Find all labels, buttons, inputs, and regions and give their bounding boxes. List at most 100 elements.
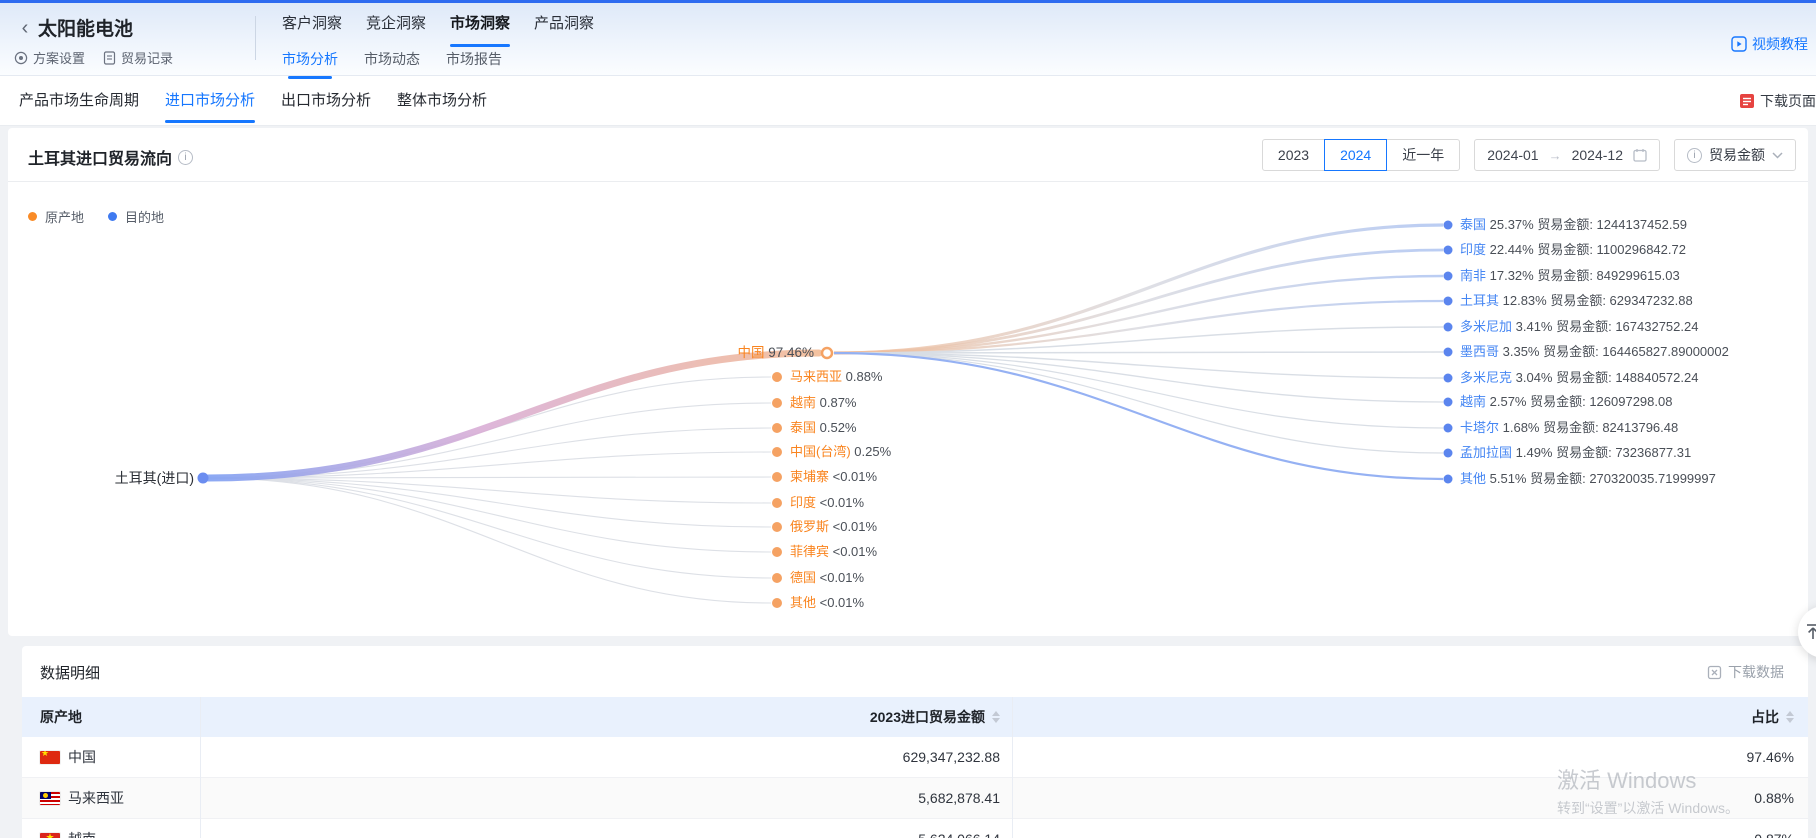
column-amount-sortable[interactable]: 2023进口贸易金额 [200, 707, 1012, 727]
scheme-settings-button[interactable]: 方案设置 [14, 48, 85, 67]
flow-destination-label[interactable]: 其他 5.51% 贸易金额: 270320035.71999997 [1460, 470, 1716, 488]
trade-flow-chart[interactable]: 土耳其(进口) 中国 97.46% 马来西亚 0.88% 越南 0.87% 泰国 0.5… [8, 190, 1808, 636]
flow-origin-label[interactable]: 马来西亚 0.88% [790, 368, 883, 386]
arrow-right-icon: → [1549, 148, 1562, 163]
table-row[interactable]: 越南 5,624,066.14 0.87% [22, 819, 1808, 838]
period-2024-button[interactable]: 2024 [1324, 139, 1387, 171]
flow-origin-label[interactable]: 印度 <0.01% [790, 494, 864, 512]
flow-origin-label[interactable]: 中国(台湾) 0.25% [790, 443, 891, 461]
play-video-icon [1731, 36, 1747, 52]
flow-origin-node [772, 447, 782, 457]
flow-destination-label[interactable]: 墨西哥 3.35% 贸易金额: 164465827.89000002 [1460, 343, 1729, 361]
row-amount: 629,347,232.88 [200, 749, 1012, 765]
tab-customer-insight[interactable]: 客户洞察 [282, 12, 342, 41]
flow-origin-label[interactable]: 俄罗斯 <0.01% [790, 518, 877, 536]
video-tutorial-button[interactable]: 视频教程 [1731, 34, 1808, 54]
flow-source-label[interactable]: 土耳其(进口) [8, 469, 194, 487]
flow-destination-label[interactable]: 越南 2.57% 贸易金额: 126097298.08 [1460, 393, 1672, 411]
flow-destination-label[interactable]: 多米尼克 3.04% 贸易金额: 148840572.24 [1460, 369, 1698, 387]
secondary-tabs: 市场分析 市场动态 市场报告 [282, 49, 502, 79]
flow-destination-node [1444, 475, 1453, 484]
trade-records-button[interactable]: 贸易记录 [103, 48, 173, 67]
flow-origin-node [772, 522, 782, 532]
flow-destination-node [1444, 246, 1453, 255]
tab-market-report[interactable]: 市场报告 [446, 49, 502, 79]
download-page-label: 下载页面 [1760, 91, 1816, 111]
flow-destination-node [1444, 374, 1453, 383]
flow-destination-label[interactable]: 印度 22.44% 贸易金额: 1100296842.72 [1460, 241, 1686, 259]
china-flag-icon [40, 751, 60, 764]
tab-market-dynamics[interactable]: 市场动态 [364, 49, 420, 79]
flow-destination-node [1444, 297, 1453, 306]
flow-destination-node [1444, 221, 1453, 230]
metric-select-value: 贸易金额 [1709, 145, 1765, 165]
table-row[interactable]: 中国 629,347,232.88 97.46% [22, 737, 1808, 778]
top-accent-bar [0, 0, 1816, 3]
calendar-icon [1633, 148, 1647, 162]
flow-origin-label[interactable]: 菲律宾 <0.01% [790, 543, 877, 561]
tab-export-market-analysis[interactable]: 出口市场分析 [281, 76, 371, 126]
info-icon[interactable]: i [178, 150, 193, 165]
header-divider [255, 16, 256, 60]
flow-origin-label[interactable]: 柬埔寨 <0.01% [790, 468, 877, 486]
download-page-button[interactable]: 下载页面 [1739, 91, 1816, 111]
flow-origin-label[interactable]: 中国 97.46% [648, 344, 814, 362]
flow-origin-node [772, 372, 782, 382]
flow-source-node [198, 473, 209, 484]
flow-origin-node [772, 547, 782, 557]
period-2023-button[interactable]: 2023 [1262, 139, 1325, 171]
up-arrow-icon [1804, 623, 1816, 641]
page-title: 太阳能电池 [38, 14, 133, 41]
flow-origin-node [772, 398, 782, 408]
table-column-divider [1012, 697, 1013, 838]
flow-destination-label[interactable]: 土耳其 12.83% 贸易金额: 629347232.88 [1460, 292, 1693, 310]
period-lastyear-button[interactable]: 近一年 [1386, 139, 1460, 171]
tab-overall-market-analysis[interactable]: 整体市场分析 [397, 76, 487, 126]
flow-destination-node [1444, 348, 1453, 357]
table-row[interactable]: 马来西亚 5,682,878.41 0.88% [22, 778, 1808, 819]
flow-origin-label[interactable]: 越南 0.87% [790, 394, 857, 412]
row-country: 越南 [68, 829, 96, 838]
flow-destination-label[interactable]: 南非 17.32% 贸易金额: 849299615.03 [1460, 267, 1680, 285]
table-column-divider [200, 697, 201, 838]
chevron-down-icon [1772, 152, 1783, 159]
tab-product-lifecycle[interactable]: 产品市场生命周期 [19, 76, 139, 126]
row-share: 97.46% [1012, 749, 1808, 765]
tab-market-analysis[interactable]: 市场分析 [282, 49, 338, 79]
tab-competitor-insight[interactable]: 竞企洞察 [366, 12, 426, 41]
tab-import-market-analysis[interactable]: 进口市场分析 [165, 76, 255, 126]
column-share-sortable[interactable]: 占比 [1012, 707, 1808, 727]
flow-destination-label[interactable]: 多米尼加 3.41% 贸易金额: 167432752.24 [1460, 318, 1698, 336]
flow-origin-node [772, 498, 782, 508]
download-data-button[interactable]: 下载数据 [1707, 662, 1784, 682]
sort-carets-icon[interactable] [1786, 711, 1794, 723]
flow-destination-label[interactable]: 卡塔尔 1.68% 贸易金额: 82413796.48 [1460, 419, 1678, 437]
row-share: 0.88% [1012, 790, 1808, 806]
sort-carets-icon[interactable] [992, 711, 1000, 723]
info-icon: i [1687, 148, 1702, 163]
flow-destination-node [1444, 449, 1453, 458]
excel-icon [1707, 665, 1722, 680]
tab-product-insight[interactable]: 产品洞察 [534, 12, 594, 41]
flow-destination-node [1444, 323, 1453, 332]
flow-origin-label[interactable]: 泰国 0.52% [790, 419, 857, 437]
app-header: ‹ 太阳能电池 方案设置 贸易记录 客户洞察 竞企洞察 [0, 0, 1816, 76]
analysis-nav: 产品市场生命周期 进口市场分析 出口市场分析 整体市场分析 下载页面 [0, 76, 1816, 126]
flow-origin-label[interactable]: 德国 <0.01% [790, 569, 864, 587]
flow-destination-label[interactable]: 孟加拉国 1.49% 贸易金额: 73236877.31 [1460, 444, 1691, 462]
data-detail-header: 数据明细 下载数据 [22, 646, 1808, 697]
document-icon [103, 51, 116, 65]
flow-destination-label[interactable]: 泰国 25.37% 贸易金额: 1244137452.59 [1460, 216, 1687, 234]
back-chevron-icon[interactable]: ‹ [14, 16, 36, 40]
table-header-row: 原产地 2023进口贸易金额 占比 [22, 697, 1808, 737]
tab-market-insight[interactable]: 市场洞察 [450, 12, 510, 41]
flow-destination-node [1444, 424, 1453, 433]
date-to: 2024-12 [1572, 147, 1623, 163]
flow-destination-node [1444, 398, 1453, 407]
malaysia-flag-icon [40, 792, 60, 805]
metric-select[interactable]: i 贸易金额 [1674, 139, 1796, 171]
date-range-picker[interactable]: 2024-01 → 2024-12 [1474, 139, 1660, 171]
flow-origin-node [772, 423, 782, 433]
flow-origin-label[interactable]: 其他 <0.01% [790, 594, 864, 612]
row-country: 马来西亚 [68, 788, 124, 808]
